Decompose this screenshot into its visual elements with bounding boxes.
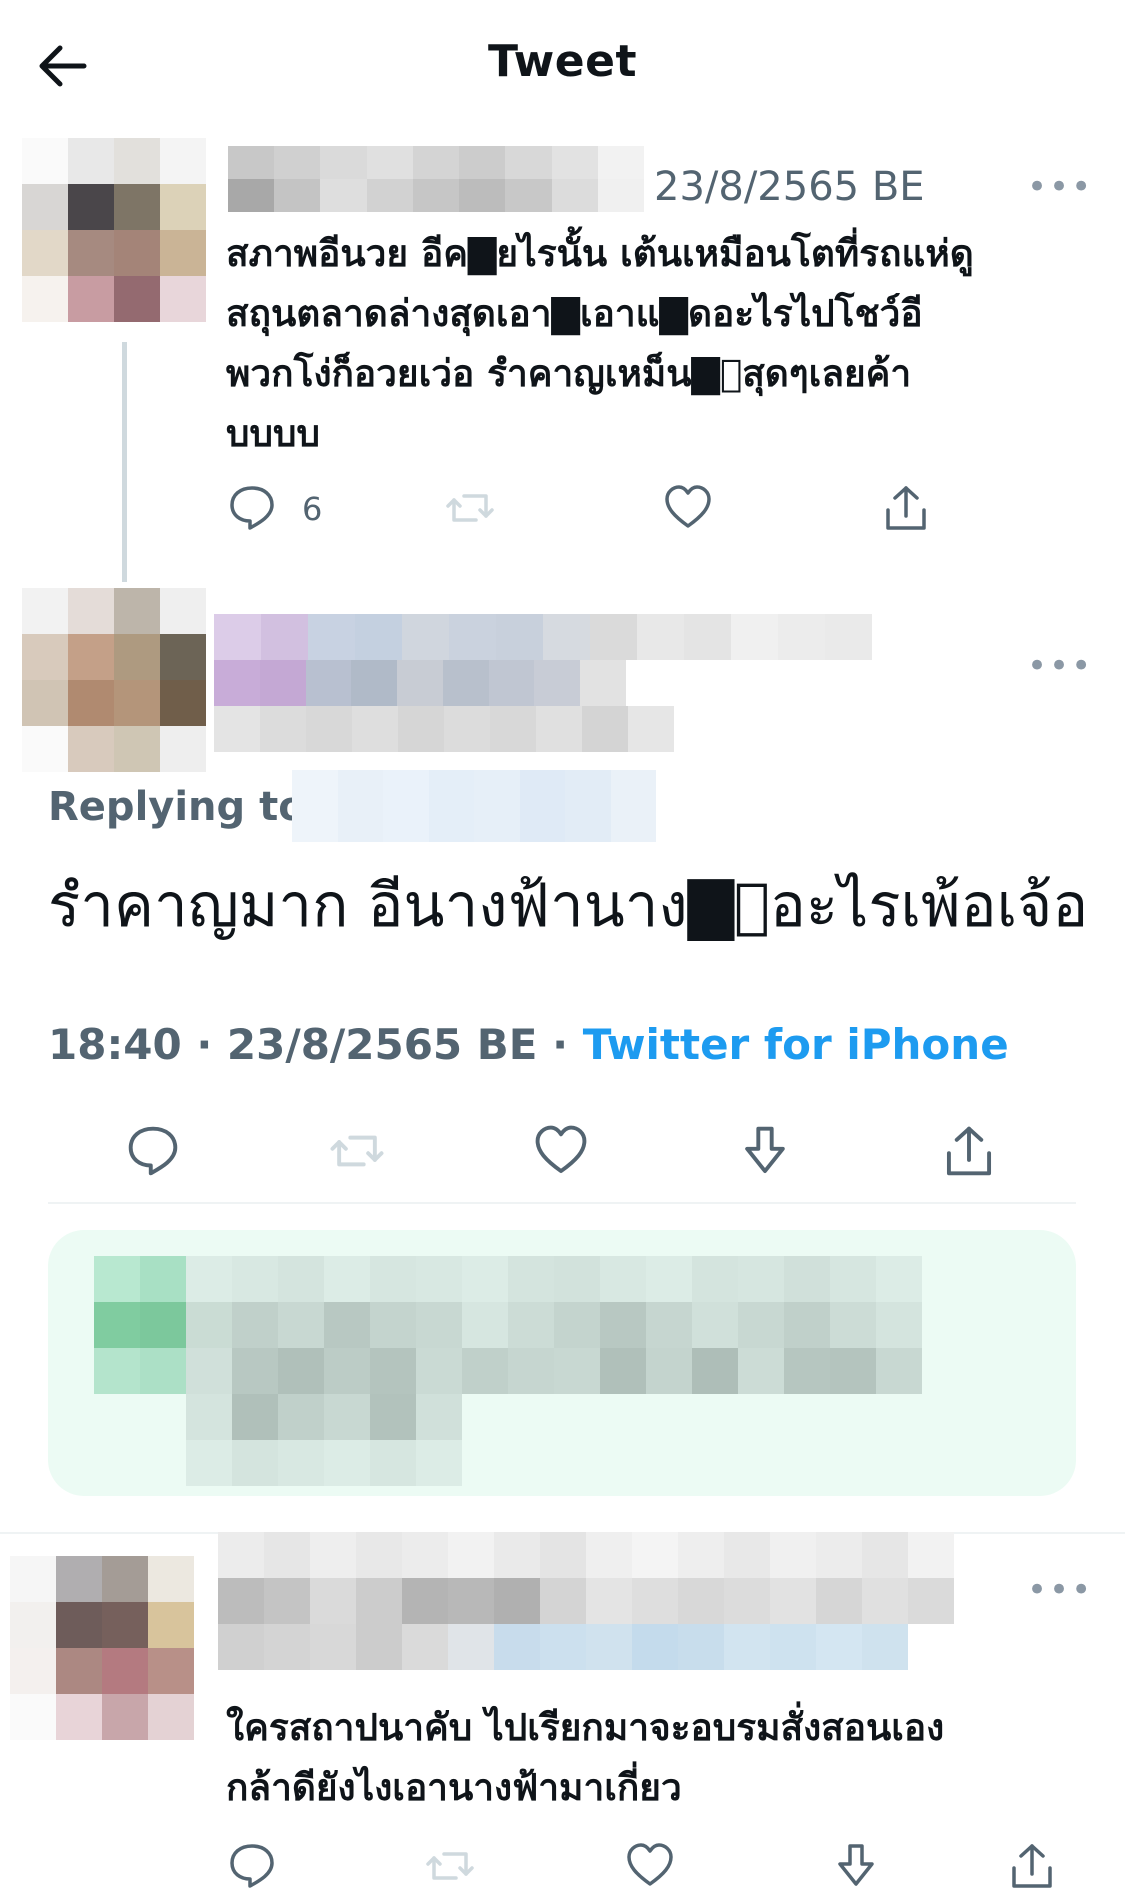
tweet-source-link[interactable]: Twitter for iPhone [583, 1020, 1009, 1069]
blurred-user-name [218, 1532, 954, 1578]
reply-count: 6 [302, 490, 323, 528]
more-options-icon[interactable]: ••• [1027, 646, 1093, 686]
download-icon [745, 1126, 785, 1174]
retweet-icon [446, 494, 494, 522]
tweet-text-line: ใครสถาปนาคับ ไปเรียกมาจะอบรมสั่งสอนเอง [226, 1706, 945, 1749]
like-icon [627, 1843, 673, 1886]
avatar[interactable] [22, 138, 206, 322]
page-title: Tweet [487, 36, 638, 87]
share-button[interactable] [880, 482, 932, 534]
tweet-text-line: สภาพอีนวย อีค▇ยไรนั้น เต้นเหมือนโตที่รถแ… [226, 232, 974, 275]
tweet-text-line: บบบบ [226, 412, 320, 455]
like-icon [535, 1125, 587, 1174]
avatar[interactable] [10, 1556, 194, 1740]
reply-icon [230, 486, 274, 530]
more-options-icon[interactable]: ••• [1027, 167, 1093, 207]
tweet-text-line: สถุนตลาดล่างสุดเอา▇เอาแ▇ดอะไรไปโชว์อี [226, 292, 923, 335]
tweet-time: 18:40 [48, 1020, 182, 1069]
blurred-card-text [186, 1256, 922, 1394]
blurred-user-handle [214, 660, 626, 706]
tweet-text-line: กล้าดียังไงเอานางฟ้ามาเกี่ยว [226, 1766, 682, 1809]
retweet-button[interactable] [328, 1122, 386, 1180]
like-button[interactable] [662, 482, 714, 534]
bookmark-button[interactable] [830, 1840, 882, 1892]
retweet-icon [330, 1135, 384, 1167]
main-tweet-text: รำคาญมาก อีนางฟ้านาง▇ีอะไรเพ้อเจ้อ [48, 871, 1089, 941]
reply-button[interactable] [124, 1122, 182, 1180]
reply-icon [128, 1126, 178, 1176]
share-button[interactable] [940, 1122, 998, 1180]
share-button[interactable] [1006, 1840, 1058, 1892]
like-button[interactable] [532, 1122, 590, 1180]
retweet-button[interactable] [444, 482, 496, 534]
reply-button[interactable] [226, 1840, 278, 1892]
meta-separator: · [537, 1020, 583, 1069]
blurred-card-icon [94, 1256, 186, 1394]
tweet-date: 23/8/2565 BE [226, 1020, 538, 1069]
like-button[interactable] [624, 1840, 676, 1892]
blurred-user-name [214, 614, 872, 660]
meta-separator: · [181, 1020, 227, 1069]
avatar[interactable] [22, 588, 206, 772]
blurred-user-extra [214, 706, 674, 752]
share-icon [946, 1126, 992, 1176]
tweet-text-line: พวกโง่ก็อวยเว่อ รำคาญเหม็น▇ีสุดๆเลยค้า [226, 352, 912, 395]
blurred-reply-context [218, 1624, 908, 1670]
retweet-icon [426, 1852, 474, 1880]
blurred-promo-card[interactable] [48, 1230, 1076, 1496]
like-icon [665, 485, 711, 528]
thread-line [122, 342, 127, 582]
download-icon [838, 1844, 874, 1886]
share-icon [1012, 1844, 1052, 1888]
reply-button[interactable] [226, 482, 278, 534]
replying-to-label: Replying to [48, 784, 306, 830]
tweet-date: 23/8/2565 BE [654, 164, 925, 210]
replying-to-handle[interactable] [292, 770, 656, 842]
tweet-text: สภาพอีนวย อีค▇ยไรนั้น เต้นเหมือนโตที่รถแ… [226, 224, 974, 464]
more-options-icon[interactable]: ••• [1027, 1570, 1093, 1610]
divider [48, 1202, 1076, 1204]
blurred-username [228, 146, 644, 212]
tweet-meta: 18:40 · 23/8/2565 BE · Twitter for iPhon… [48, 1020, 1009, 1069]
blurred-user-handle [218, 1578, 954, 1624]
share-icon [886, 486, 926, 530]
bookmark-button[interactable] [736, 1122, 794, 1180]
retweet-button[interactable] [424, 1840, 476, 1892]
reply-icon [230, 1844, 274, 1888]
blurred-card-subtext [186, 1394, 462, 1486]
tweet-text: ใครสถาปนาคับ ไปเรียกมาจะอบรมสั่งสอนเอง ก… [226, 1698, 944, 1818]
